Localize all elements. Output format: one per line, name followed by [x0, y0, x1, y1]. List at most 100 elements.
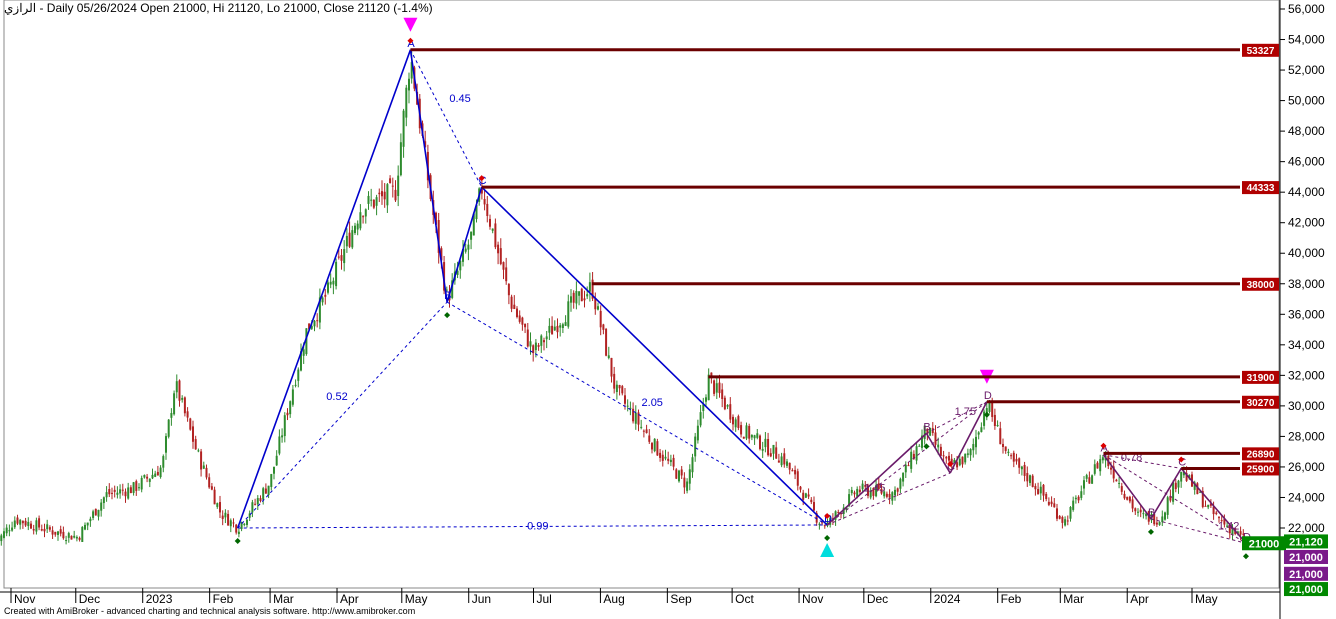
- candle-body: [8, 530, 11, 532]
- pattern-blue-leg: [236, 49, 412, 529]
- x-tick-label: Apr: [340, 592, 359, 606]
- candle-body: [237, 531, 240, 535]
- candle-body: [1061, 517, 1064, 523]
- candle-body: [332, 280, 335, 285]
- candle-body: [167, 419, 170, 437]
- candle-body: [108, 489, 111, 495]
- x-tick-label: May: [1195, 592, 1218, 606]
- candle-body: [634, 412, 637, 424]
- candle-body: [796, 471, 799, 486]
- pattern-purple-1-point-label: D: [984, 390, 992, 402]
- candle-body: [1080, 491, 1083, 498]
- candle-body: [259, 498, 262, 501]
- candle-body: [272, 466, 275, 474]
- candle-body: [1064, 519, 1067, 526]
- candle-body: [586, 294, 589, 297]
- y-tick-label: 54,000: [1288, 33, 1325, 47]
- candle-body: [721, 389, 724, 399]
- candle-body: [750, 435, 753, 438]
- candle-body: [699, 412, 702, 426]
- candle-body: [372, 199, 375, 208]
- candle-body: [756, 433, 759, 438]
- candle-body: [1028, 475, 1031, 483]
- candle-body: [464, 248, 467, 252]
- candle-body: [359, 212, 362, 229]
- level-label: 26890: [1247, 449, 1275, 460]
- candle-body: [1045, 493, 1048, 500]
- level-label: 53327: [1247, 46, 1275, 57]
- candle-body: [405, 87, 408, 118]
- candle-body: [1139, 509, 1142, 513]
- candle-body: [891, 492, 894, 501]
- candle-body: [1074, 497, 1077, 500]
- candle-body: [1204, 505, 1207, 507]
- candle-body: [726, 405, 729, 407]
- candle-body: [1158, 522, 1161, 525]
- level-label: 30270: [1247, 398, 1275, 409]
- candle-body: [696, 425, 699, 441]
- candle-body: [24, 520, 27, 526]
- candle-body: [2, 531, 5, 538]
- candle-body: [75, 536, 78, 539]
- candle-body: [286, 412, 289, 416]
- y-tick-label: 42,000: [1288, 216, 1325, 230]
- candle-body: [137, 487, 140, 489]
- pattern-purple-1-ratio-label: 1.75: [955, 406, 976, 418]
- candle-body: [945, 456, 948, 459]
- candle-body: [640, 426, 643, 428]
- candle-body: [972, 444, 975, 451]
- pattern-blue-ratio-label: 2.05: [642, 397, 663, 409]
- price-chart[interactable]: ABCD0.450.520.992.05BCD1.751.45ABCD0.781…: [0, 0, 1336, 619]
- candle-body: [205, 467, 208, 478]
- candle-body: [483, 198, 486, 205]
- candle-body: [175, 381, 178, 393]
- candle-body: [173, 393, 176, 415]
- candle-body: [810, 499, 813, 503]
- candle-body: [1118, 482, 1121, 484]
- candle-body: [718, 382, 721, 394]
- candle-body: [515, 308, 518, 317]
- candle-body: [294, 384, 297, 386]
- candle-body: [996, 424, 999, 427]
- candle-body: [235, 524, 238, 533]
- candle-body: [389, 178, 392, 183]
- candle-body: [605, 328, 608, 356]
- candle-body: [613, 373, 616, 389]
- swing-low-marker: [1242, 553, 1249, 560]
- candle-body: [178, 380, 181, 401]
- candle-body: [723, 397, 726, 410]
- price-label: 21,000: [1289, 584, 1323, 596]
- candle-body: [794, 469, 797, 475]
- candle-body: [102, 497, 105, 504]
- candle-body: [127, 487, 130, 499]
- candle-body: [1109, 467, 1112, 470]
- candle-body: [21, 520, 24, 524]
- candle-body: [548, 325, 551, 333]
- candle-body: [780, 456, 783, 466]
- candle-body: [513, 304, 516, 309]
- candle-body: [1055, 508, 1058, 519]
- candle-body: [383, 191, 386, 200]
- candle-body: [607, 355, 610, 359]
- candle-body: [281, 435, 284, 438]
- candle-body: [1120, 486, 1123, 492]
- candle-body: [73, 535, 76, 538]
- candle-body: [812, 502, 815, 511]
- x-tick-label: Apr: [1130, 592, 1149, 606]
- candle-body: [731, 416, 734, 425]
- candle-body: [370, 199, 373, 201]
- candle-body: [915, 446, 918, 461]
- candle-body: [524, 323, 527, 328]
- y-tick-label: 24,000: [1288, 490, 1325, 504]
- candle-body: [367, 195, 370, 204]
- candle-body: [667, 458, 670, 461]
- candle-body: [893, 489, 896, 496]
- candle-body: [1085, 475, 1088, 479]
- candle-body: [1101, 457, 1104, 461]
- pattern-purple-1-ratio-line: [826, 472, 951, 526]
- candle-body: [807, 494, 810, 497]
- candle-body: [375, 197, 378, 206]
- candle-body: [1077, 496, 1080, 501]
- candle-body: [788, 462, 791, 470]
- candle-body: [551, 325, 554, 335]
